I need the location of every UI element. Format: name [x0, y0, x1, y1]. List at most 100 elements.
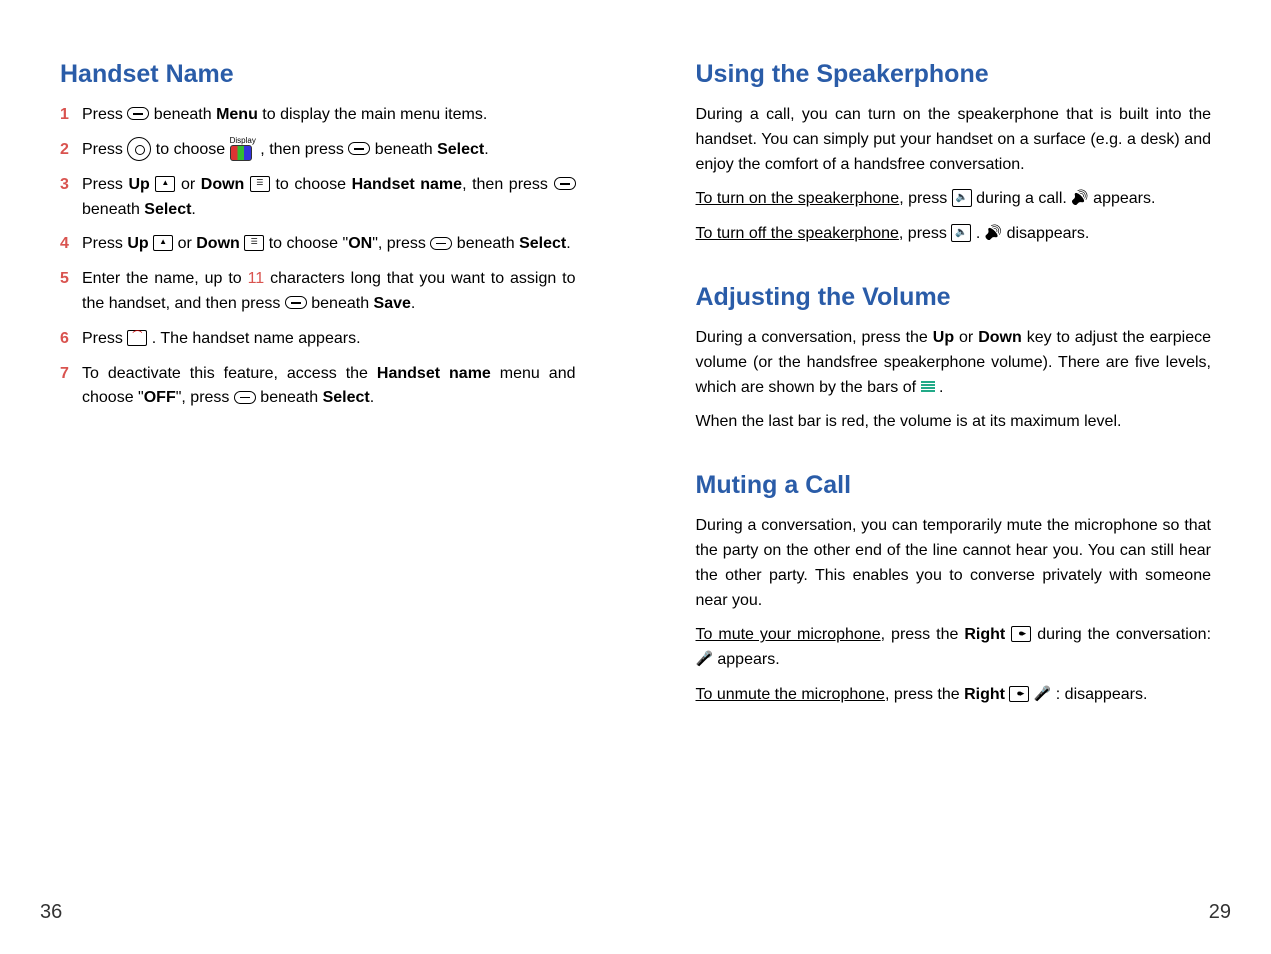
text: : — [1051, 686, 1064, 703]
up-key-icon — [155, 176, 175, 192]
heading-mute: Muting a Call — [696, 471, 1212, 500]
step-number: 4 — [60, 232, 82, 257]
speaker-on-icon — [985, 222, 1002, 244]
text: Enter the name, up to — [82, 270, 248, 287]
text: beneath — [82, 201, 144, 218]
softkey-icon — [430, 237, 452, 250]
right-key-icon — [1011, 626, 1031, 642]
step-number: 5 — [60, 267, 82, 317]
label-up: Up — [127, 235, 148, 252]
label-handset-name: Handset name — [377, 365, 491, 382]
step-number: 2 — [60, 138, 82, 163]
label-select: Select — [437, 141, 484, 158]
label-save: Save — [374, 295, 411, 312]
text: ", press — [372, 235, 430, 252]
text: , press the — [881, 626, 965, 643]
text: during the conversation: — [1031, 626, 1211, 643]
display-menu-icon: Display — [230, 137, 256, 161]
text: during a call. — [972, 190, 1072, 207]
text: , press — [899, 225, 951, 242]
step-number: 6 — [60, 327, 82, 352]
label-menu: Menu — [216, 106, 258, 123]
label-handset-name: Handset name — [352, 176, 463, 193]
text: , then press — [256, 141, 349, 158]
nav-ring-icon — [127, 137, 151, 161]
text: Press — [82, 235, 127, 252]
text: , press the — [885, 686, 964, 703]
softkey-icon — [127, 107, 149, 120]
text: . — [191, 201, 195, 218]
speaker-key-icon — [951, 224, 971, 242]
text: , then press — [462, 176, 553, 193]
softkey-icon — [554, 177, 576, 190]
paragraph: To turn off the speakerphone, press . di… — [696, 222, 1212, 247]
label-select: Select — [519, 235, 566, 252]
text: to choose — [151, 141, 229, 158]
text: beneath — [307, 295, 374, 312]
text: or — [173, 235, 196, 252]
softkey-icon — [285, 296, 307, 309]
step-1: 1 Press beneath Menu to display the main… — [60, 103, 576, 128]
page-number-left: 36 — [40, 901, 62, 924]
text: appears. — [1089, 190, 1156, 207]
down-key-icon — [250, 176, 270, 192]
text: During a conversation, press the — [696, 329, 933, 346]
page-number-right: 29 — [1209, 901, 1231, 924]
step-6: 6 Press . The handset name appears. — [60, 327, 576, 352]
text: , press — [899, 190, 951, 207]
down-key-icon — [244, 235, 264, 251]
heading-volume: Adjusting the Volume — [696, 283, 1212, 312]
display-label: Display — [230, 137, 256, 145]
label-up: Up — [933, 329, 954, 346]
text: or — [954, 329, 978, 346]
text: . — [935, 379, 944, 396]
step-5: 5 Enter the name, up to 11 characters lo… — [60, 267, 576, 317]
label-select: Select — [144, 201, 191, 218]
label-up: Up — [128, 176, 149, 193]
text: Press — [82, 176, 128, 193]
heading-handset-name: Handset Name — [60, 60, 576, 89]
paragraph: During a conversation, press the Up or D… — [696, 326, 1212, 400]
text: to choose — [270, 176, 352, 193]
action-mute: To mute your microphone — [696, 626, 881, 643]
text: Press — [82, 106, 127, 123]
text: beneath — [149, 106, 216, 123]
label-down: Down — [201, 176, 245, 193]
text: . — [971, 225, 984, 242]
text: or — [175, 176, 200, 193]
text: Press — [82, 330, 127, 347]
text: disappears. — [1065, 686, 1148, 703]
heading-speakerphone: Using the Speakerphone — [696, 60, 1212, 89]
step-number: 3 — [60, 173, 82, 223]
end-key-icon — [127, 330, 147, 346]
step-7: 7 To deactivate this feature, access the… — [60, 362, 576, 412]
action-turn-off-speaker: To turn off the speakerphone — [696, 225, 899, 242]
text: ", press — [176, 389, 234, 406]
text: . — [484, 141, 488, 158]
up-key-icon — [153, 235, 173, 251]
label-on: ON — [348, 235, 372, 252]
label-off: OFF — [144, 389, 176, 406]
label-down: Down — [196, 235, 240, 252]
action-turn-on-speaker: To turn on the speakerphone — [696, 190, 900, 207]
text: beneath — [370, 141, 437, 158]
paragraph: During a call, you can turn on the speak… — [696, 103, 1212, 177]
speaker-on-icon — [1071, 187, 1088, 209]
text: to choose " — [264, 235, 348, 252]
label-char-limit: 11 — [248, 270, 265, 287]
step-2: 2 Press to choose Display , then press b… — [60, 138, 576, 163]
softkey-icon — [348, 142, 370, 155]
mic-mute-icon — [696, 648, 713, 670]
paragraph: To unmute the microphone, press the Righ… — [696, 683, 1212, 708]
text: To deactivate this feature, access the — [82, 365, 377, 382]
text: beneath — [256, 389, 323, 406]
text: beneath — [452, 235, 519, 252]
text: . — [370, 389, 374, 406]
text: Press — [82, 141, 127, 158]
text: to display the main menu items. — [258, 106, 487, 123]
text: . — [411, 295, 415, 312]
right-key-icon — [1009, 686, 1029, 702]
label-down: Down — [978, 329, 1022, 346]
text: appears. — [713, 651, 780, 668]
label-right: Right — [964, 626, 1005, 643]
